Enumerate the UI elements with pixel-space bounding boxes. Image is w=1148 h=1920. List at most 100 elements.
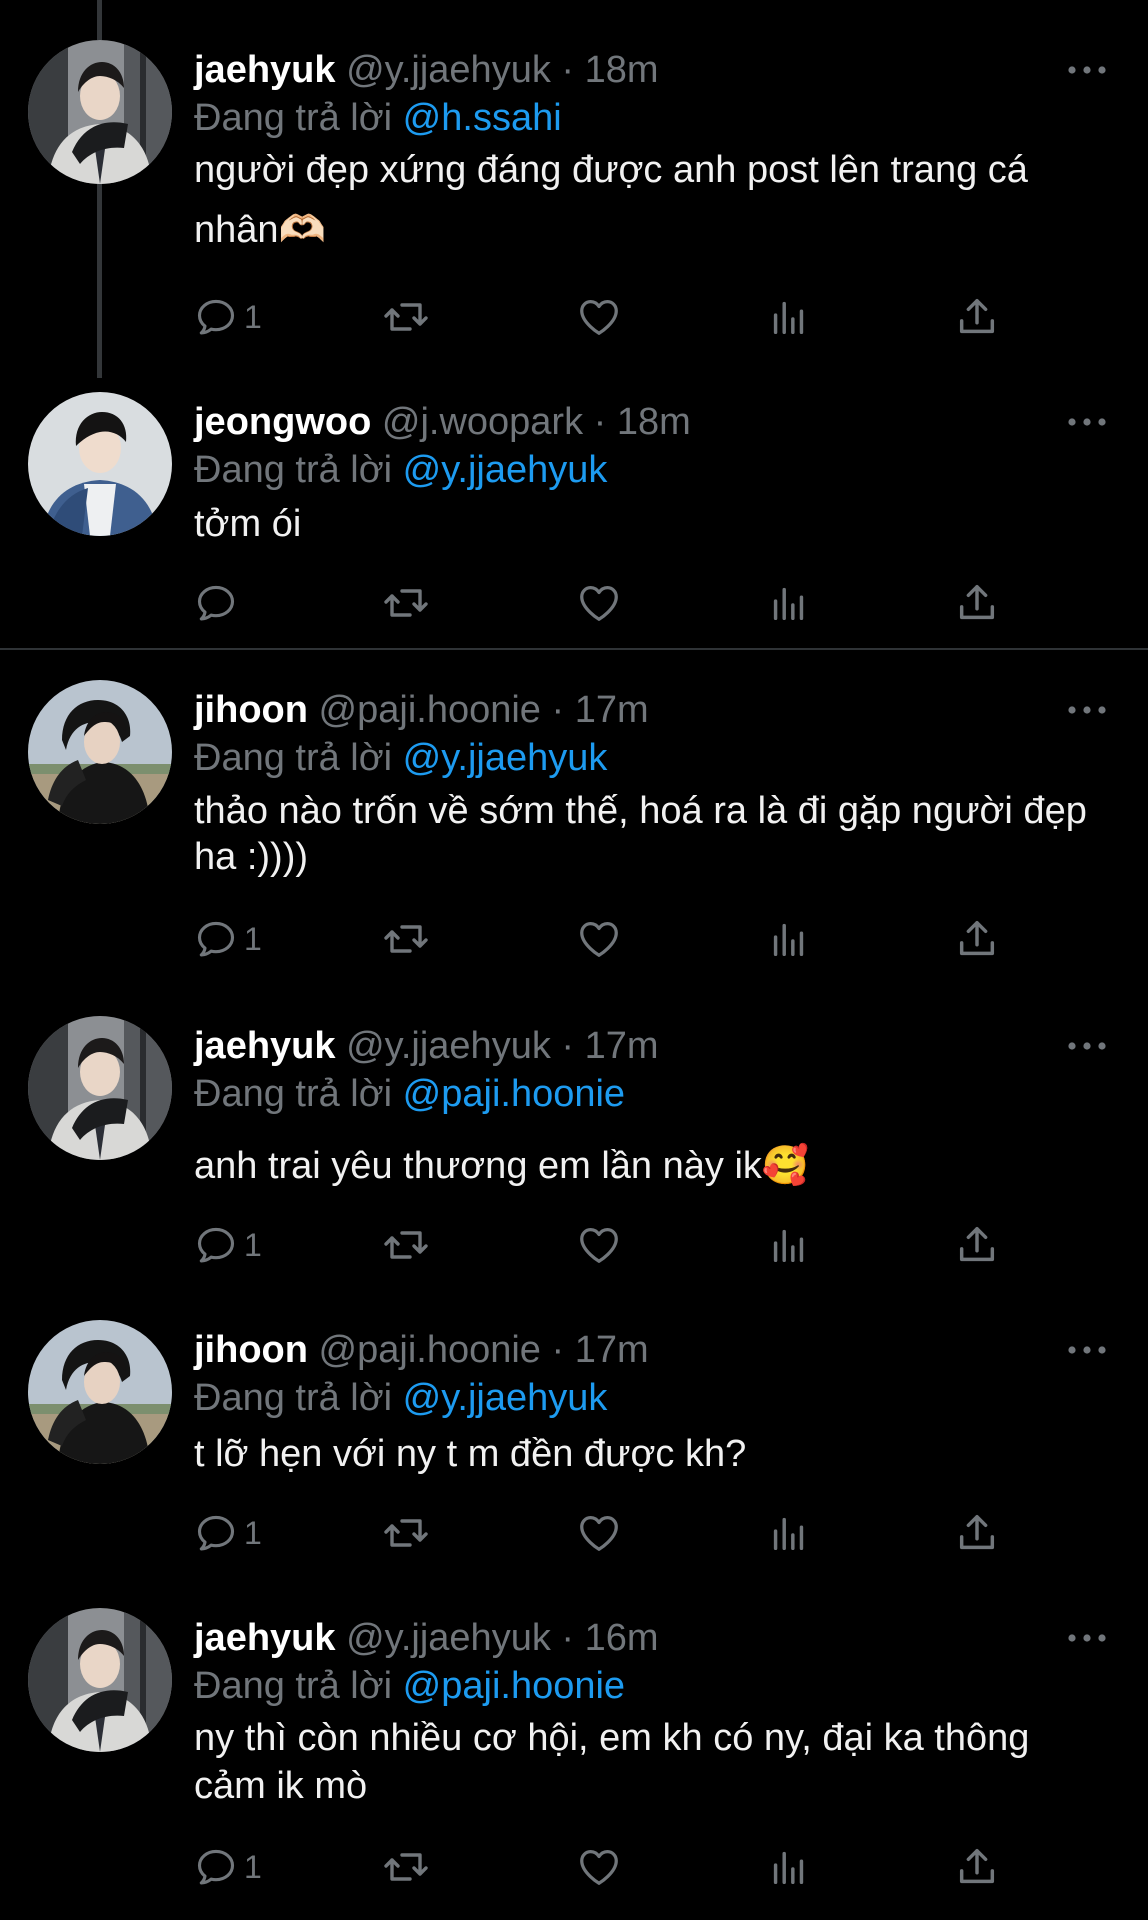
like-button[interactable] [576, 292, 622, 342]
reply-button[interactable]: 1 [194, 1220, 262, 1270]
tweet-header: jeongwoo @j.woopark · 18m [194, 400, 691, 444]
handle-and-time: @paji.hoonie · 17m [318, 689, 649, 731]
mention-link[interactable]: @h.ssahi [403, 97, 562, 139]
reply-button[interactable]: 1 [194, 1842, 262, 1892]
retweet-button[interactable] [382, 1842, 430, 1892]
tweet-actions: 1 [194, 914, 1014, 964]
more-icon[interactable] [1066, 410, 1108, 434]
more-icon[interactable] [1066, 1626, 1108, 1650]
display-name[interactable]: jeongwoo [194, 401, 371, 443]
like-button[interactable] [576, 1508, 622, 1558]
replying-to: Đang trả lời @y.jjaehyuk [194, 448, 607, 492]
share-button[interactable] [954, 1842, 1000, 1892]
share-button[interactable] [954, 292, 1000, 342]
views-button[interactable] [766, 578, 812, 628]
handle-and-time: @y.jjaehyuk · 18m [346, 49, 659, 91]
retweet-button[interactable] [382, 1508, 430, 1558]
like-button[interactable] [576, 914, 622, 964]
retweet-button[interactable] [382, 914, 430, 964]
views-icon [766, 580, 812, 626]
display-name[interactable]: jaehyuk [194, 49, 336, 91]
tweet-text: ny thì còn nhiều cơ hội, em kh có ny, đạ… [194, 1717, 1030, 1807]
avatar[interactable] [28, 1608, 172, 1752]
reply-icon [194, 1845, 238, 1889]
views-icon [766, 1510, 812, 1556]
views-button[interactable] [766, 1508, 812, 1558]
replying-to: Đang trả lời @h.ssahi [194, 96, 562, 140]
avatar[interactable] [28, 392, 172, 536]
views-button[interactable] [766, 1220, 812, 1270]
more-icon[interactable] [1066, 1338, 1108, 1362]
tweet-text: người đẹp xứng đáng được anh post lên tr… [194, 149, 1028, 251]
share-button[interactable] [954, 578, 1000, 628]
views-button[interactable] [766, 914, 812, 964]
tweet[interactable]: jihoon @paji.hoonie · 17m Đang trả lời @… [0, 674, 1148, 974]
more-icon[interactable] [1066, 1034, 1108, 1058]
reply-icon [194, 581, 238, 625]
share-button[interactable] [954, 914, 1000, 964]
tweet-header: jaehyuk @y.jjaehyuk · 16m [194, 1616, 659, 1660]
heart-icon [576, 916, 622, 962]
mention-link[interactable]: @y.jjaehyuk [403, 1377, 608, 1419]
conversation-divider [0, 648, 1148, 650]
like-button[interactable] [576, 1220, 622, 1270]
reply-icon [194, 917, 238, 961]
retweet-icon [382, 915, 430, 963]
tweet[interactable]: jaehyuk @y.jjaehyuk · 17m Đang trả lời @… [0, 1010, 1148, 1270]
heart-icon [576, 580, 622, 626]
like-button[interactable] [576, 1842, 622, 1892]
reply-button[interactable]: 1 [194, 1508, 262, 1558]
retweet-icon [382, 1221, 430, 1269]
avatar[interactable] [28, 1016, 172, 1160]
display-name[interactable]: jaehyuk [194, 1617, 336, 1659]
like-button[interactable] [576, 578, 622, 628]
more-icon[interactable] [1066, 58, 1108, 82]
display-name[interactable]: jihoon [194, 689, 308, 731]
reply-button[interactable]: 1 [194, 292, 262, 342]
views-button[interactable] [766, 292, 812, 342]
tweet-text: t lỡ hẹn với ny t m đền được kh? [194, 1433, 747, 1475]
retweet-button[interactable] [382, 578, 430, 628]
retweet-button[interactable] [382, 1220, 430, 1270]
tweet[interactable]: jihoon @paji.hoonie · 17m Đang trả lời @… [0, 1314, 1148, 1574]
tweet-actions: 1 [194, 1842, 1014, 1892]
share-button[interactable] [954, 1508, 1000, 1558]
share-icon [954, 1844, 1000, 1890]
tweet[interactable]: jeongwoo @j.woopark · 18m Đang trả lời @… [0, 386, 1148, 626]
heart-icon [576, 294, 622, 340]
handle-and-time: @y.jjaehyuk · 17m [346, 1025, 659, 1067]
reply-prefix: Đang trả lời [194, 1665, 393, 1707]
reply-count: 1 [244, 1514, 262, 1551]
display-name[interactable]: jihoon [194, 1329, 308, 1371]
avatar[interactable] [28, 680, 172, 824]
mention-link[interactable]: @paji.hoonie [403, 1665, 625, 1707]
mention-link[interactable]: @y.jjaehyuk [403, 449, 608, 491]
tweet-header: jaehyuk @y.jjaehyuk · 17m [194, 1024, 659, 1068]
display-name[interactable]: jaehyuk [194, 1025, 336, 1067]
retweet-button[interactable] [382, 292, 430, 342]
share-icon [954, 916, 1000, 962]
tweet-actions: 1 [194, 292, 1014, 342]
share-button[interactable] [954, 1220, 1000, 1270]
avatar[interactable] [28, 1320, 172, 1464]
tweet-actions: 1 [194, 1508, 1014, 1558]
views-button[interactable] [766, 1842, 812, 1892]
reply-count: 1 [244, 298, 262, 335]
replying-to: Đang trả lời @paji.hoonie [194, 1072, 625, 1116]
more-icon[interactable] [1066, 698, 1108, 722]
avatar[interactable] [28, 40, 172, 184]
mention-link[interactable]: @paji.hoonie [403, 1073, 625, 1115]
replying-to: Đang trả lời @y.jjaehyuk [194, 1376, 607, 1420]
reply-prefix: Đang trả lời [194, 1377, 393, 1419]
handle-and-time: @paji.hoonie · 17m [318, 1329, 649, 1371]
retweet-icon [382, 293, 430, 341]
tweet-text: tởm ói [194, 503, 302, 545]
reply-count: 1 [244, 920, 262, 957]
tweet[interactable]: jaehyuk @y.jjaehyuk · 18m Đang trả lời @… [0, 34, 1148, 354]
retweet-icon [382, 579, 430, 627]
mention-link[interactable]: @y.jjaehyuk [403, 737, 608, 779]
tweet[interactable]: jaehyuk @y.jjaehyuk · 16m Đang trả lời @… [0, 1602, 1148, 1912]
heart-icon [576, 1510, 622, 1556]
reply-button[interactable] [194, 578, 244, 628]
reply-button[interactable]: 1 [194, 914, 262, 964]
